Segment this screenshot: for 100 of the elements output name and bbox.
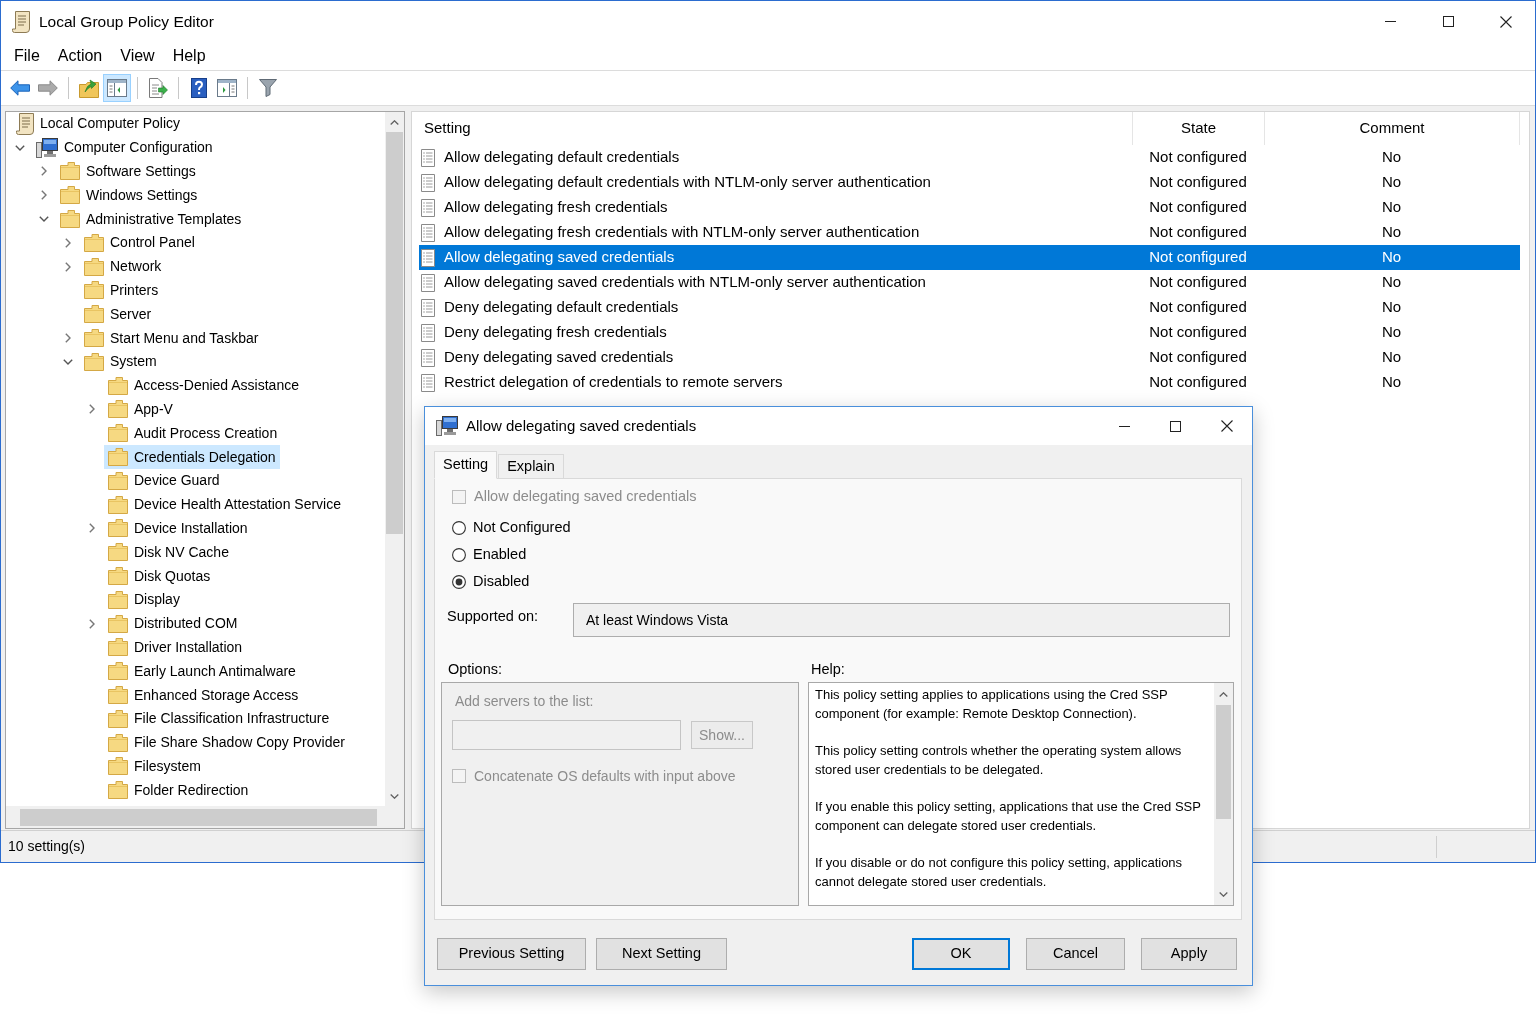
table-cell-text: Deny delegating saved credentials (444, 347, 674, 368)
tree-item[interactable]: Folder Redirection (104, 778, 253, 803)
scroll-up-icon[interactable] (390, 119, 399, 125)
scrollbar-thumb[interactable] (20, 808, 377, 826)
chevron-right-icon[interactable] (41, 190, 47, 201)
tree-item[interactable]: Credentials Delegation (104, 445, 280, 469)
chevron-right-icon[interactable] (89, 523, 95, 534)
table-row[interactable]: Allow delegating fresh credentials Not configured No (419, 195, 1520, 220)
folder-icon (84, 352, 104, 371)
tree-item[interactable]: Network (80, 254, 166, 279)
tree-item[interactable]: Device Guard (104, 468, 224, 493)
chevron-right-icon[interactable] (41, 166, 47, 177)
table-row[interactable]: Deny delegating saved credentials Not configured No (419, 345, 1520, 370)
menu-item[interactable]: Action (48, 42, 112, 70)
table-cell-text: Deny delegating fresh credentials (444, 322, 667, 343)
tree-item[interactable]: Filesystem (104, 754, 205, 779)
table-row[interactable]: Allow delegating saved credentials Not configured No (419, 245, 1520, 270)
maximize-icon (1170, 420, 1181, 432)
tab[interactable]: Explain (498, 454, 564, 478)
tree-item[interactable]: Disk NV Cache (104, 540, 233, 565)
scroll-down-icon[interactable] (1219, 891, 1228, 897)
tree-item[interactable]: Driver Installation (104, 635, 247, 660)
table-cell-text: Not configured (1148, 297, 1248, 318)
menu-item[interactable]: File (5, 42, 49, 70)
table-row[interactable]: Allow delegating fresh credentials with NTLM-only server authentication Not configured No (419, 220, 1520, 245)
tree-item[interactable]: Control Panel (80, 231, 199, 255)
column-header[interactable]: Setting (412, 112, 1133, 145)
folder-icon (108, 733, 128, 752)
table-cell-text: Not configured (1148, 247, 1248, 268)
chevron-right-icon[interactable] (65, 237, 71, 248)
scroll-down-icon[interactable] (390, 793, 399, 799)
vertical-scrollbar[interactable] (385, 112, 404, 806)
checkbox-label: Allow delegating saved credentials (474, 487, 697, 507)
tree-item[interactable]: System (80, 349, 161, 374)
menu-item[interactable]: View (111, 42, 164, 70)
radio-button[interactable] (452, 547, 466, 562)
dialog-button[interactable]: OK (912, 938, 1010, 970)
tree-item[interactable]: Display (104, 587, 184, 612)
chevron-down-icon[interactable] (15, 144, 25, 151)
tree-item[interactable]: Server (80, 302, 156, 327)
tree-item[interactable]: Enhanced Storage Access (104, 683, 303, 707)
tree-item[interactable]: Windows Settings (56, 183, 202, 208)
table-row[interactable]: Allow delegating saved credentials with NTLM-only server authentication Not configured No (419, 270, 1520, 295)
scroll-up-icon[interactable] (1219, 691, 1228, 697)
chevron-right-icon[interactable] (65, 261, 71, 272)
vertical-scrollbar[interactable] (1214, 683, 1233, 905)
dialog-button[interactable]: Cancel (1026, 938, 1125, 970)
tree-item[interactable]: Software Settings (56, 159, 200, 184)
table-row[interactable]: Allow delegating default credentials with NTLM-only server authentication Not configured No (419, 170, 1520, 195)
table-cell-text: Allow delegating saved credentials with NTLM-only server authentication (444, 272, 926, 293)
close-icon (1220, 420, 1233, 432)
radio-button[interactable] (452, 520, 466, 535)
supported-on-field: At least Windows Vista (573, 603, 1230, 637)
table-row[interactable]: Deny delegating default credentials Not configured No (419, 295, 1520, 320)
table-row[interactable]: Allow delegating default credentials Not configured No (419, 145, 1520, 170)
tree-item[interactable]: Early Launch Antimalware (104, 659, 300, 684)
tree-item[interactable]: Access-Denied Assistance (104, 373, 303, 398)
table-cell-text: No (1380, 172, 1403, 193)
tree-item[interactable]: Audit Process Creation (104, 421, 282, 446)
table-cell-text: No (1380, 372, 1403, 393)
dialog-button[interactable]: Apply (1141, 938, 1237, 970)
menu-item[interactable]: Help (163, 42, 215, 70)
radio-label: Disabled (473, 571, 530, 591)
help-paragraph: This policy setting controls whether the operating system allows stored user credentials to be delegated. (815, 742, 1183, 779)
tree-item[interactable]: Distributed COM (104, 611, 242, 636)
folder-icon (84, 257, 104, 276)
tree-item[interactable]: Computer Configuration (32, 135, 217, 160)
horizontal-scrollbar[interactable] (6, 806, 404, 828)
column-header[interactable]: Comment (1265, 112, 1520, 145)
tree-item[interactable]: Device Installation (104, 516, 252, 541)
tree-item[interactable]: Disk Quotas (104, 564, 215, 588)
chevron-right-icon[interactable] (89, 618, 95, 629)
chevron-down-icon[interactable] (39, 216, 49, 223)
tree-item[interactable]: Administrative Templates (56, 207, 246, 231)
table-row[interactable]: Deny delegating fresh credentials Not configured No (419, 320, 1520, 345)
tree-item[interactable]: File Classification Infrastructure (104, 706, 334, 731)
scrollbar-thumb[interactable] (386, 132, 403, 534)
toolbar-button[interactable] (103, 74, 131, 102)
tree-item[interactable]: Printers (80, 278, 163, 303)
scrollbar-thumb[interactable] (1216, 705, 1231, 819)
dialog-button[interactable]: Previous Setting (437, 938, 586, 970)
column-header[interactable]: State (1133, 112, 1265, 145)
tree-item[interactable]: Device Health Attestation Service (104, 492, 345, 517)
radio-button[interactable] (452, 574, 466, 589)
table-cell-text: No (1380, 322, 1403, 343)
table-row[interactable]: Restrict delegation of credentials to remote servers Not configured No (419, 370, 1520, 395)
folder-icon (108, 614, 128, 633)
dialog-button[interactable]: Next Setting (596, 938, 727, 970)
folder-icon (108, 519, 128, 538)
tree-item[interactable]: Start Menu and Taskbar (80, 326, 263, 350)
chevron-down-icon[interactable] (63, 358, 73, 365)
tab[interactable]: Setting (434, 451, 498, 479)
table-cell-text: Not configured (1148, 322, 1248, 343)
tree-item[interactable]: App-V (104, 397, 177, 422)
chevron-right-icon[interactable] (89, 404, 95, 415)
field-label: Supported on: (446, 607, 540, 626)
tree-item[interactable]: File Share Shadow Copy Provider (104, 730, 349, 755)
minimize-icon (1119, 425, 1130, 427)
tree-item[interactable]: Local Computer Policy (12, 112, 185, 136)
chevron-right-icon[interactable] (65, 333, 71, 344)
